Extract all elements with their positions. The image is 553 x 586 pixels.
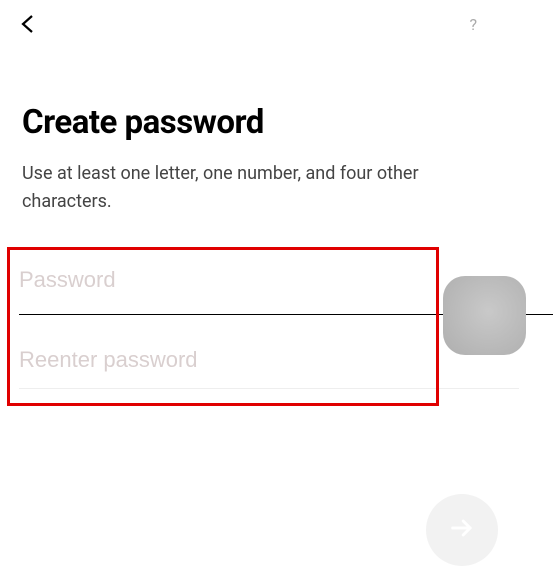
floating-overlay [443, 276, 526, 355]
arrow-right-icon [448, 514, 476, 546]
next-button[interactable] [426, 494, 498, 566]
reenter-password-input[interactable] [19, 347, 519, 373]
page-subtitle: Use at least one letter, one number, and… [22, 160, 531, 216]
help-icon[interactable]: ? [469, 15, 477, 34]
back-button[interactable] [16, 12, 40, 36]
input-underline [19, 388, 519, 389]
page-title: Create password [22, 103, 531, 142]
